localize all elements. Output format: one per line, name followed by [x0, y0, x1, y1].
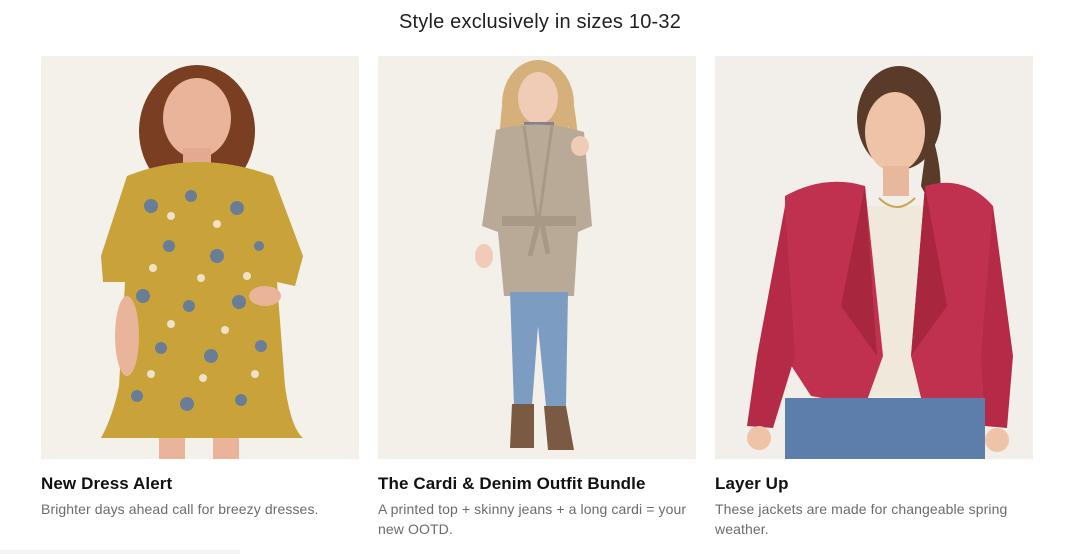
card-description: These jackets are made for changeable sp… [715, 501, 1008, 537]
card-title[interactable]: The Cardi & Denim Outfit Bundle [378, 473, 696, 495]
card-description: A printed top + skinny jeans + a long ca… [378, 501, 687, 537]
dress-model-illustration [41, 56, 359, 459]
card-title[interactable]: Layer Up [715, 473, 1033, 495]
jacket-model-image[interactable] [715, 56, 1033, 459]
card-cardi-denim-bundle[interactable]: The Cardi & Denim Outfit Bundle A printe… [378, 56, 696, 539]
jacket-model-illustration [715, 56, 1033, 459]
card-layer-up[interactable]: Layer Up These jackets are made for chan… [715, 56, 1033, 539]
card-title[interactable]: New Dress Alert [41, 473, 359, 495]
bottom-divider [0, 550, 240, 554]
card-new-dress-alert[interactable]: New Dress Alert Brighter days ahead call… [41, 56, 359, 539]
card-description: Brighter days ahead call for breezy dres… [41, 501, 319, 517]
cardigan-model-illustration [378, 56, 696, 459]
cardigan-model-image[interactable] [378, 56, 696, 459]
product-card-grid: New Dress Alert Brighter days ahead call… [41, 56, 1033, 539]
dress-model-image[interactable] [41, 56, 359, 459]
section-headline: Style exclusively in sizes 10-32 [398, 11, 682, 33]
